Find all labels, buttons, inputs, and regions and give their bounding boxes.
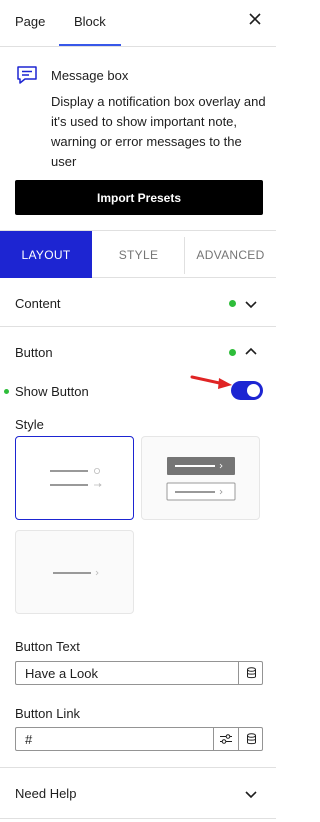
button-link-label: Button Link bbox=[15, 706, 81, 721]
tab-block-indicator bbox=[59, 44, 121, 46]
button-text-value: Have a Look bbox=[25, 666, 98, 681]
section-button[interactable]: Button bbox=[0, 327, 276, 375]
button-link-value: # bbox=[25, 732, 33, 747]
style-preview bbox=[50, 467, 102, 487]
modified-indicator-dot bbox=[4, 389, 9, 394]
tab-layout[interactable]: LAYOUT bbox=[0, 231, 92, 278]
status-dot bbox=[229, 349, 236, 356]
toggle-knob bbox=[247, 384, 260, 397]
section-button-label: Button bbox=[15, 345, 53, 360]
section-need-help-label: Need Help bbox=[15, 786, 77, 801]
import-presets-button[interactable]: Import Presets bbox=[15, 180, 263, 215]
database-icon bbox=[246, 667, 256, 679]
section-content[interactable]: Content bbox=[0, 278, 276, 326]
style-option-1[interactable] bbox=[15, 436, 134, 520]
sliders-icon bbox=[220, 734, 232, 744]
block-title: Message box bbox=[51, 68, 129, 83]
show-button-toggle[interactable] bbox=[231, 381, 263, 400]
tab-advanced[interactable]: ADVANCED bbox=[185, 231, 276, 278]
arrow-annotation bbox=[190, 375, 232, 389]
chevron-down-icon[interactable] bbox=[244, 297, 258, 311]
section-content-label: Content bbox=[15, 296, 61, 311]
style-option-3[interactable] bbox=[15, 530, 134, 614]
tab-page[interactable]: Page bbox=[15, 14, 45, 29]
close-icon[interactable] bbox=[248, 12, 262, 26]
status-dot bbox=[229, 300, 236, 307]
show-button-label: Show Button bbox=[15, 384, 89, 399]
settings-tabs: LAYOUT STYLE ADVANCED bbox=[0, 230, 276, 278]
style-preview bbox=[53, 570, 99, 576]
dynamic-content-button[interactable] bbox=[238, 728, 263, 750]
database-icon bbox=[246, 733, 256, 745]
tab-style[interactable]: STYLE bbox=[92, 231, 185, 278]
link-settings-button[interactable] bbox=[213, 728, 238, 750]
button-text-label: Button Text bbox=[15, 639, 80, 654]
style-preview bbox=[166, 457, 236, 501]
divider bbox=[0, 818, 276, 819]
block-description: Display a notification box overlay and i… bbox=[51, 94, 266, 169]
sidebar-header: Page Block bbox=[0, 0, 276, 47]
button-link-field[interactable]: # bbox=[15, 727, 263, 751]
style-label: Style bbox=[15, 417, 44, 432]
section-need-help[interactable]: Need Help bbox=[0, 768, 276, 818]
dynamic-content-button[interactable] bbox=[238, 662, 263, 684]
message-box-icon bbox=[17, 66, 37, 84]
style-option-2[interactable] bbox=[141, 436, 260, 520]
tab-block[interactable]: Block bbox=[74, 14, 106, 29]
button-text-field[interactable]: Have a Look bbox=[15, 661, 263, 685]
chevron-up-icon[interactable] bbox=[244, 345, 258, 359]
chevron-down-icon[interactable] bbox=[244, 787, 258, 801]
